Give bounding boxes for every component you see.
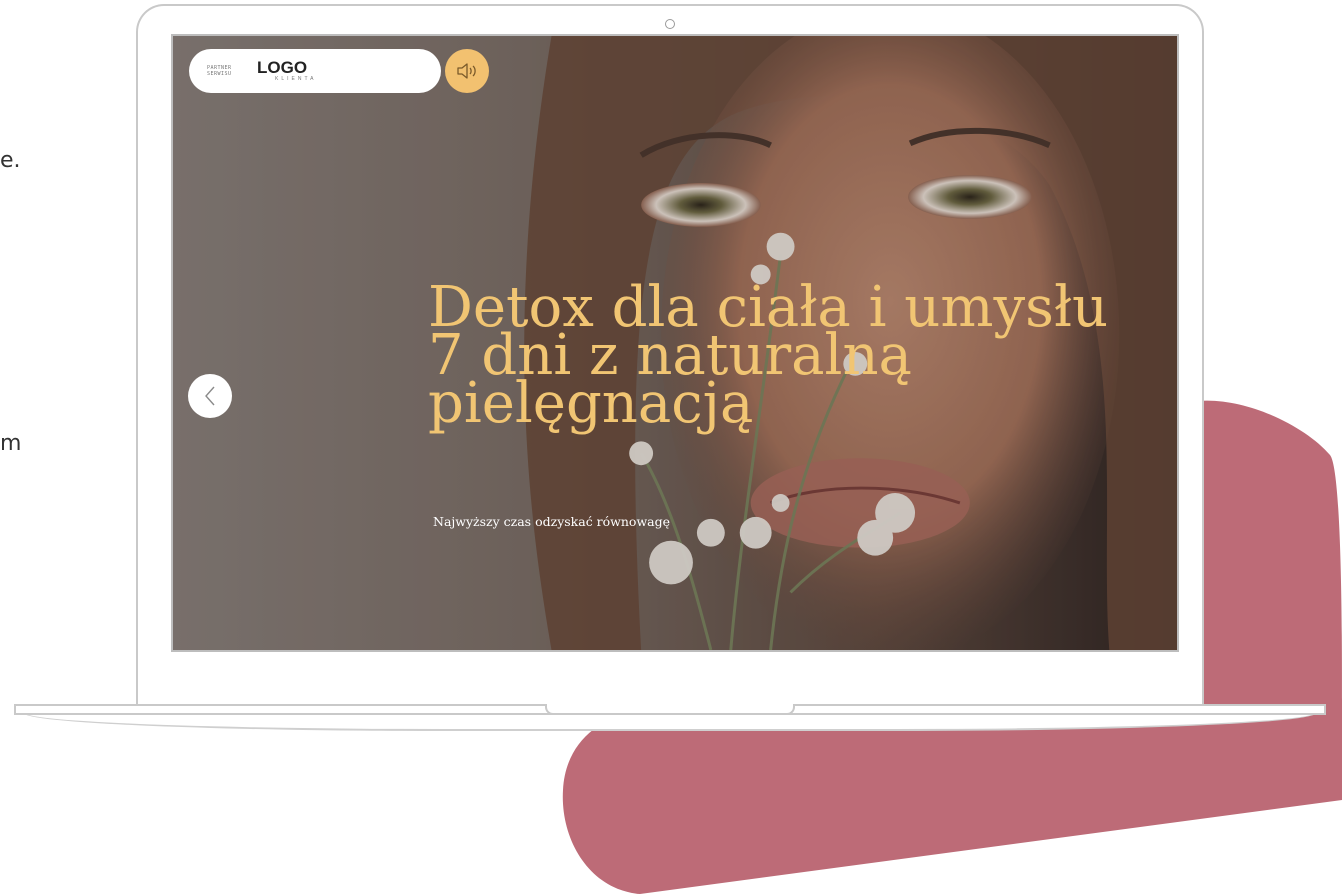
logo-text: LOGO xyxy=(257,58,308,77)
laptop-notch xyxy=(545,704,795,715)
client-logo: LOGO KLIENTA xyxy=(257,58,317,82)
hero-title: Detox dla ciała i umysłu 7 dni z natural… xyxy=(428,280,1177,432)
hero-subtitle: Najwyższy czas odzyskać równowagę xyxy=(433,514,670,529)
logo-subtext: KLIENTA xyxy=(275,76,317,82)
client-logo-pill[interactable]: PARTNER SERWISU LOGO KLIENTA xyxy=(189,49,441,93)
edge-text-fragment: e. xyxy=(0,148,21,173)
speaker-icon xyxy=(457,63,476,79)
hero-title-line: pielęgnacją xyxy=(428,371,754,436)
camera-icon xyxy=(665,19,675,29)
chevron-left-icon xyxy=(205,386,215,406)
laptop-screen: PARTNER SERWISU LOGO KLIENTA Detox dla c… xyxy=(171,34,1179,652)
slider-prev-button[interactable] xyxy=(188,374,232,418)
edge-text-fragment: m xyxy=(0,431,22,456)
partner-label: PARTNER SERWISU xyxy=(207,65,232,77)
sound-toggle-button[interactable] xyxy=(445,49,489,93)
